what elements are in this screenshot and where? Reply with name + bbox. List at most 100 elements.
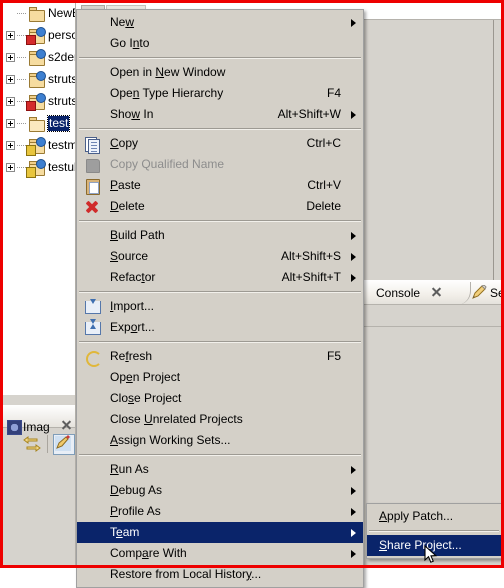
search-tab-label[interactable]: Sear xyxy=(490,286,501,300)
menu-item-debug-as[interactable]: Debug As xyxy=(77,480,363,501)
menu-item-label: New xyxy=(110,15,135,29)
expand-toggle-icon[interactable] xyxy=(6,31,15,40)
submenu-arrow-icon xyxy=(351,487,356,495)
menu-item-label: Restore from Local History... xyxy=(110,567,262,581)
menu-item-close-project[interactable]: Close Project xyxy=(77,388,363,409)
menu-item-label: Import... xyxy=(110,299,155,313)
menu-item-copy-qualified-name: Copy Qualified Name xyxy=(77,154,363,175)
menu-item-label: Refresh xyxy=(110,349,153,363)
lock-badge-icon xyxy=(26,145,36,156)
project-context-menu[interactable]: New Go Into Open in New Window Open Type Hi… xyxy=(76,9,364,588)
menu-item-refresh[interactable]: Refresh F5 xyxy=(77,346,363,367)
java-badge-icon xyxy=(36,93,46,103)
console-tab-label[interactable]: Console xyxy=(376,286,420,300)
menu-item-label: Build Path xyxy=(110,228,165,242)
menu-item-export[interactable]: Export... xyxy=(77,317,363,338)
menu-separator xyxy=(79,220,361,222)
java-badge-icon xyxy=(36,159,46,169)
menu-item-new[interactable]: New xyxy=(77,12,363,33)
menu-item-label: Copy xyxy=(110,136,139,150)
menu-item-label: Source xyxy=(110,249,149,263)
menu-item-team[interactable]: Team xyxy=(77,522,363,543)
menu-separator xyxy=(79,454,361,456)
menu-item-go-into[interactable]: Go Into xyxy=(77,33,363,54)
expand-toggle-icon[interactable] xyxy=(6,75,15,84)
close-icon[interactable] xyxy=(431,287,442,298)
error-badge-icon xyxy=(26,101,36,111)
menu-item-delete[interactable]: Delete Delete xyxy=(77,196,363,217)
menu-item-label: Copy Qualified Name xyxy=(110,157,225,171)
expand-toggle-icon[interactable] xyxy=(6,53,15,62)
menu-item-label: Paste xyxy=(110,178,141,192)
tree-item-label: struts2 xyxy=(48,72,75,86)
error-badge-icon xyxy=(26,35,36,45)
menu-item-run-as[interactable]: Run As xyxy=(77,459,363,480)
menu-item-compare-with[interactable]: Compare With xyxy=(77,543,363,564)
menu-item-open-in-new-window[interactable]: Open in New Window xyxy=(77,62,363,83)
tree-item-strutsd[interactable]: strutsd xyxy=(3,91,75,113)
image-view-tabstrip: Imag xyxy=(3,405,75,435)
menu-item-source[interactable]: Source Alt+Shift+S xyxy=(77,246,363,267)
menu-item-refactor[interactable]: Refactor Alt+Shift+T xyxy=(77,267,363,288)
menu-item-import[interactable]: Import... xyxy=(77,296,363,317)
close-icon[interactable] xyxy=(61,420,72,431)
submenu-arrow-icon xyxy=(351,19,356,27)
menu-item-copy[interactable]: Copy Ctrl+C xyxy=(77,133,363,154)
image-view-panel: Imag xyxy=(3,395,76,565)
tree-item-test[interactable]: test xyxy=(3,113,75,135)
menu-item-open-type-hierarchy[interactable]: Open Type Hierarchy F4 xyxy=(77,83,363,104)
submenu-item-apply-patch[interactable]: Apply Patch... xyxy=(367,506,501,527)
copy-qualified-name-icon xyxy=(84,157,101,173)
java-project-icon xyxy=(27,71,46,88)
menu-item-accelerator: Alt+Shift+W xyxy=(277,107,341,121)
editor-scrollbar[interactable] xyxy=(493,20,501,280)
java-badge-icon xyxy=(36,137,46,147)
submenu-arrow-icon xyxy=(351,550,356,558)
menu-item-label: Open in New Window xyxy=(110,65,226,79)
expand-toggle-icon[interactable] xyxy=(6,163,15,172)
expand-toggle-icon[interactable] xyxy=(6,119,15,128)
tree-item-newblogonline[interactable]: NewBlogOnline xyxy=(3,3,75,25)
menu-item-restore-from-local-history[interactable]: Restore from Local History... xyxy=(77,564,363,585)
tab-curve xyxy=(444,282,471,305)
menu-item-assign-working-sets[interactable]: Assign Working Sets... xyxy=(77,430,363,451)
menu-item-label: Run As xyxy=(110,462,149,476)
image-view-toolbar xyxy=(3,432,75,458)
menu-item-accelerator: Ctrl+V xyxy=(307,178,341,192)
menu-item-build-path[interactable]: Build Path xyxy=(77,225,363,246)
menu-item-show-in[interactable]: Show In Alt+Shift+W xyxy=(77,104,363,125)
tree-item-person[interactable]: person xyxy=(3,25,75,47)
tree-connector xyxy=(17,123,27,124)
menu-item-accelerator: Ctrl+C xyxy=(306,136,341,150)
menu-item-close-unrelated-projects[interactable]: Close Unrelated Projects xyxy=(77,409,363,430)
java-badge-icon xyxy=(36,71,46,81)
tree-item-s2dem[interactable]: s2dem xyxy=(3,47,75,69)
folder-icon xyxy=(27,7,45,22)
menu-item-label: Go Into xyxy=(110,36,150,50)
menu-separator xyxy=(369,530,499,532)
image-view-canvas[interactable] xyxy=(3,459,75,557)
tree-item-label: s2dem xyxy=(48,50,75,64)
java-project-icon xyxy=(26,137,46,156)
package-explorer-tree[interactable]: NewBlogOnline person s2dem struts2 strutsd te… xyxy=(3,3,76,395)
tree-item-struts2[interactable]: struts2 xyxy=(3,69,75,91)
expand-toggle-icon[interactable] xyxy=(6,97,15,106)
tree-item-testmv[interactable]: testmv xyxy=(3,135,75,157)
tree-item-testubb[interactable]: testubb xyxy=(3,157,75,179)
expand-toggle-icon[interactable] xyxy=(6,141,15,150)
menu-item-label: Delete xyxy=(110,199,145,213)
menu-item-profile-as[interactable]: Profile As xyxy=(77,501,363,522)
menu-item-open-project[interactable]: Open Project xyxy=(77,367,363,388)
pencil-tool-icon[interactable] xyxy=(53,434,75,455)
delete-icon xyxy=(84,199,101,215)
menu-item-label: Open Project xyxy=(110,370,181,384)
swap-arrows-icon[interactable] xyxy=(23,436,41,452)
java-project-icon xyxy=(26,27,46,45)
menu-item-paste[interactable]: Paste Ctrl+V xyxy=(77,175,363,196)
open-folder-icon xyxy=(27,117,45,132)
search-pencil-icon[interactable] xyxy=(471,284,487,300)
menu-item-label: Profile As xyxy=(110,504,161,518)
menu-item-accelerator: Alt+Shift+S xyxy=(280,249,341,263)
submenu-arrow-icon xyxy=(351,466,356,474)
tree-connector xyxy=(17,57,27,58)
